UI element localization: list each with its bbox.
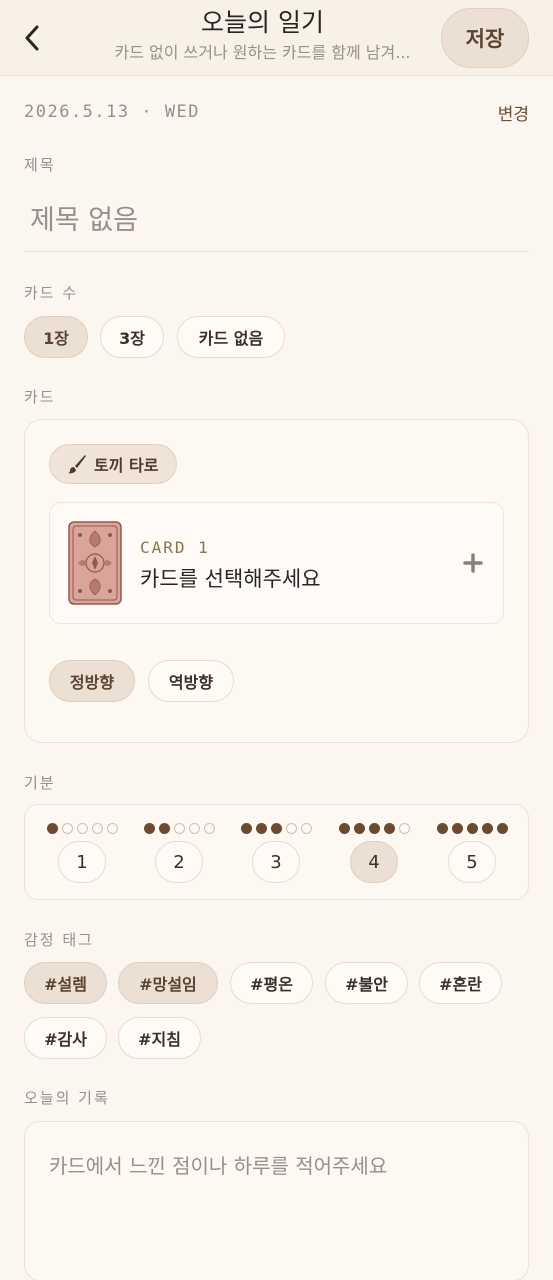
header-title-group: 오늘의 일기 카드 없이 쓰거나 원하는 카드를 함께 남겨...	[90, 6, 435, 64]
cards-label: 카드	[24, 388, 56, 406]
change-date-link[interactable]: 변경	[498, 100, 529, 125]
mood-option-5[interactable]: 5	[427, 805, 517, 901]
mood-level: 1	[58, 841, 106, 883]
mood-label: 기분	[24, 774, 56, 792]
card-slot[interactable]: CARD 1 카드를 선택해주세요	[49, 502, 504, 624]
emotion-tag[interactable]: #평온	[230, 962, 313, 1004]
card-panel: 토끼 타로 CARD 1 카드를 선택해주세요 정방향 역방향	[24, 419, 529, 743]
chevron-left-icon	[25, 25, 39, 51]
mood-option-3[interactable]: 3	[231, 805, 321, 901]
entry-date: 2026.5.13 · WED	[24, 102, 201, 122]
emotion-tag[interactable]: #불안	[325, 962, 408, 1004]
emotion-tag[interactable]: #지침	[118, 1017, 201, 1059]
mood-level: 3	[252, 841, 300, 883]
emotion-tags-label: 감정 태그	[24, 931, 94, 949]
mood-dots	[427, 823, 517, 834]
deck-name: 토끼 타로	[94, 456, 159, 475]
emotion-tag[interactable]: #설렘	[24, 962, 107, 1004]
mood-dots	[37, 823, 127, 834]
card-select-prompt: 카드를 선택해주세요	[140, 567, 321, 591]
card-count-option-none[interactable]: 카드 없음	[177, 316, 285, 358]
mood-dots	[134, 823, 224, 834]
card-count-option-1[interactable]: 1장	[24, 316, 88, 358]
deck-selector[interactable]: 토끼 타로	[49, 444, 178, 484]
orientation-upright[interactable]: 정방향	[49, 660, 135, 702]
mood-dots	[329, 823, 419, 834]
mood-level: 2	[155, 841, 203, 883]
mood-level: 5	[448, 841, 496, 883]
title-label: 제목	[24, 156, 56, 174]
header: 오늘의 일기 카드 없이 쓰거나 원하는 카드를 함께 남겨... 저장	[0, 0, 553, 76]
mood-option-4[interactable]: 4	[329, 805, 419, 901]
brush-icon	[68, 455, 86, 474]
mood-dots	[231, 823, 321, 834]
add-card-button[interactable]	[457, 545, 489, 581]
page-title: 오늘의 일기	[201, 8, 324, 37]
page-subtitle: 카드 없이 쓰거나 원하는 카드를 함께 남겨...	[114, 43, 411, 62]
emotion-tag[interactable]: #혼란	[419, 962, 502, 1004]
card-count-label: 카드 수	[24, 284, 79, 302]
card-number: CARD 1	[140, 538, 210, 557]
back-button[interactable]	[14, 18, 50, 58]
mood-selector: 1 2 3 4 5	[24, 804, 529, 900]
record-textarea[interactable]	[24, 1121, 529, 1280]
mood-level: 4	[350, 841, 398, 883]
plus-icon	[463, 553, 483, 573]
emotion-tag[interactable]: #감사	[24, 1017, 107, 1059]
mood-option-2[interactable]: 2	[134, 805, 224, 901]
title-input[interactable]	[24, 190, 529, 252]
tarot-card-back-icon	[68, 521, 122, 605]
save-button[interactable]: 저장	[441, 8, 529, 68]
emotion-tag[interactable]: #망설임	[118, 962, 218, 1004]
card-count-option-3[interactable]: 3장	[100, 316, 164, 358]
mood-option-1[interactable]: 1	[37, 805, 127, 901]
record-label: 오늘의 기록	[24, 1089, 110, 1107]
orientation-reversed[interactable]: 역방향	[148, 660, 234, 702]
